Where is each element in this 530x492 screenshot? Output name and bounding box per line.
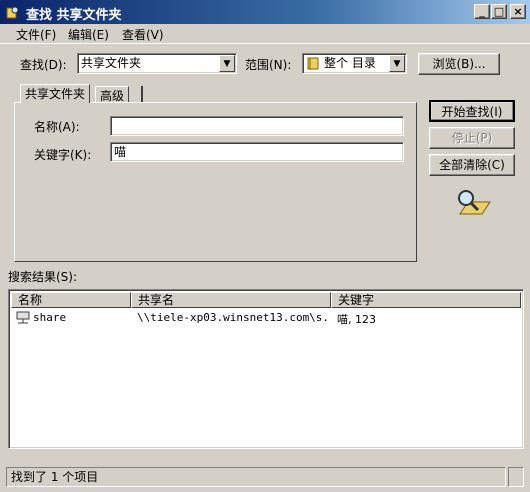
start-search-button[interactable]: 开始查找(I) xyxy=(429,100,515,122)
row-keywords: 喵, 123 xyxy=(337,313,376,326)
row-share-name: \\tiele-xp03.winsnet13.com\s... xyxy=(137,311,331,324)
column-header-share-name[interactable]: 共享名 xyxy=(131,292,331,308)
find-label: 查找(D): xyxy=(20,58,67,72)
menu-view[interactable]: 查看(V) xyxy=(122,26,164,43)
keyword-input[interactable]: 喵 xyxy=(110,142,404,162)
window-title: 查找 共享文件夹 xyxy=(26,8,122,23)
close-button[interactable]: × xyxy=(510,4,526,19)
browse-button[interactable]: 浏览(B)... xyxy=(418,53,500,75)
magnifier-folder-icon xyxy=(458,190,491,215)
search-window-icon xyxy=(6,6,19,19)
menu-edit[interactable]: 编辑(E) xyxy=(68,26,109,43)
range-label: 范围(N): xyxy=(245,58,292,72)
minimize-button[interactable]: _ xyxy=(474,4,490,19)
results-list[interactable]: 名称 共享名 关键字 share \\tiele-xp03.winsnet13.… xyxy=(8,289,524,449)
status-text: 找到了 1 个项目 xyxy=(6,467,506,487)
menu-bar: 文件(F) 编辑(E) 查看(V) xyxy=(0,24,530,44)
name-label: 名称(A): xyxy=(34,120,80,134)
range-dropdown[interactable]: 整个 目录 ▼ xyxy=(302,53,407,74)
range-value: 整个 目录 xyxy=(324,56,376,70)
size-grip[interactable] xyxy=(508,467,524,487)
name-input[interactable] xyxy=(110,116,404,136)
row-name: share xyxy=(33,311,67,324)
find-type-value: 共享文件夹 xyxy=(81,56,142,70)
table-row[interactable]: share \\tiele-xp03.winsnet13.com\s... 喵,… xyxy=(11,310,521,326)
find-type-dropdown[interactable]: 共享文件夹 ▼ xyxy=(77,53,237,74)
shared-folder-icon xyxy=(16,311,30,324)
chevron-down-icon[interactable]: ▼ xyxy=(219,55,235,72)
chevron-down-icon[interactable]: ▼ xyxy=(389,55,405,72)
tab-shared-folder[interactable]: 共享文件夹 xyxy=(20,84,91,103)
keyword-label: 关键字(K): xyxy=(34,148,92,162)
menu-file[interactable]: 文件(F) xyxy=(16,26,56,43)
title-bar[interactable]: 查找 共享文件夹 _ □ × xyxy=(0,0,530,24)
tab-edge xyxy=(141,86,143,102)
stop-button[interactable]: 停止(P) xyxy=(429,127,515,149)
results-label: 搜索结果(S): xyxy=(8,270,78,284)
clear-all-button[interactable]: 全部清除(C) xyxy=(429,154,515,176)
directory-book-icon xyxy=(307,57,319,70)
maximize-button[interactable]: □ xyxy=(491,4,507,19)
status-bar: 找到了 1 个项目 xyxy=(6,467,524,487)
column-header-keywords[interactable]: 关键字 xyxy=(331,292,521,308)
keyword-input-value: 喵 xyxy=(114,145,127,159)
tab-advanced[interactable]: 高级 xyxy=(95,86,130,103)
column-header-name[interactable]: 名称 xyxy=(11,292,131,308)
